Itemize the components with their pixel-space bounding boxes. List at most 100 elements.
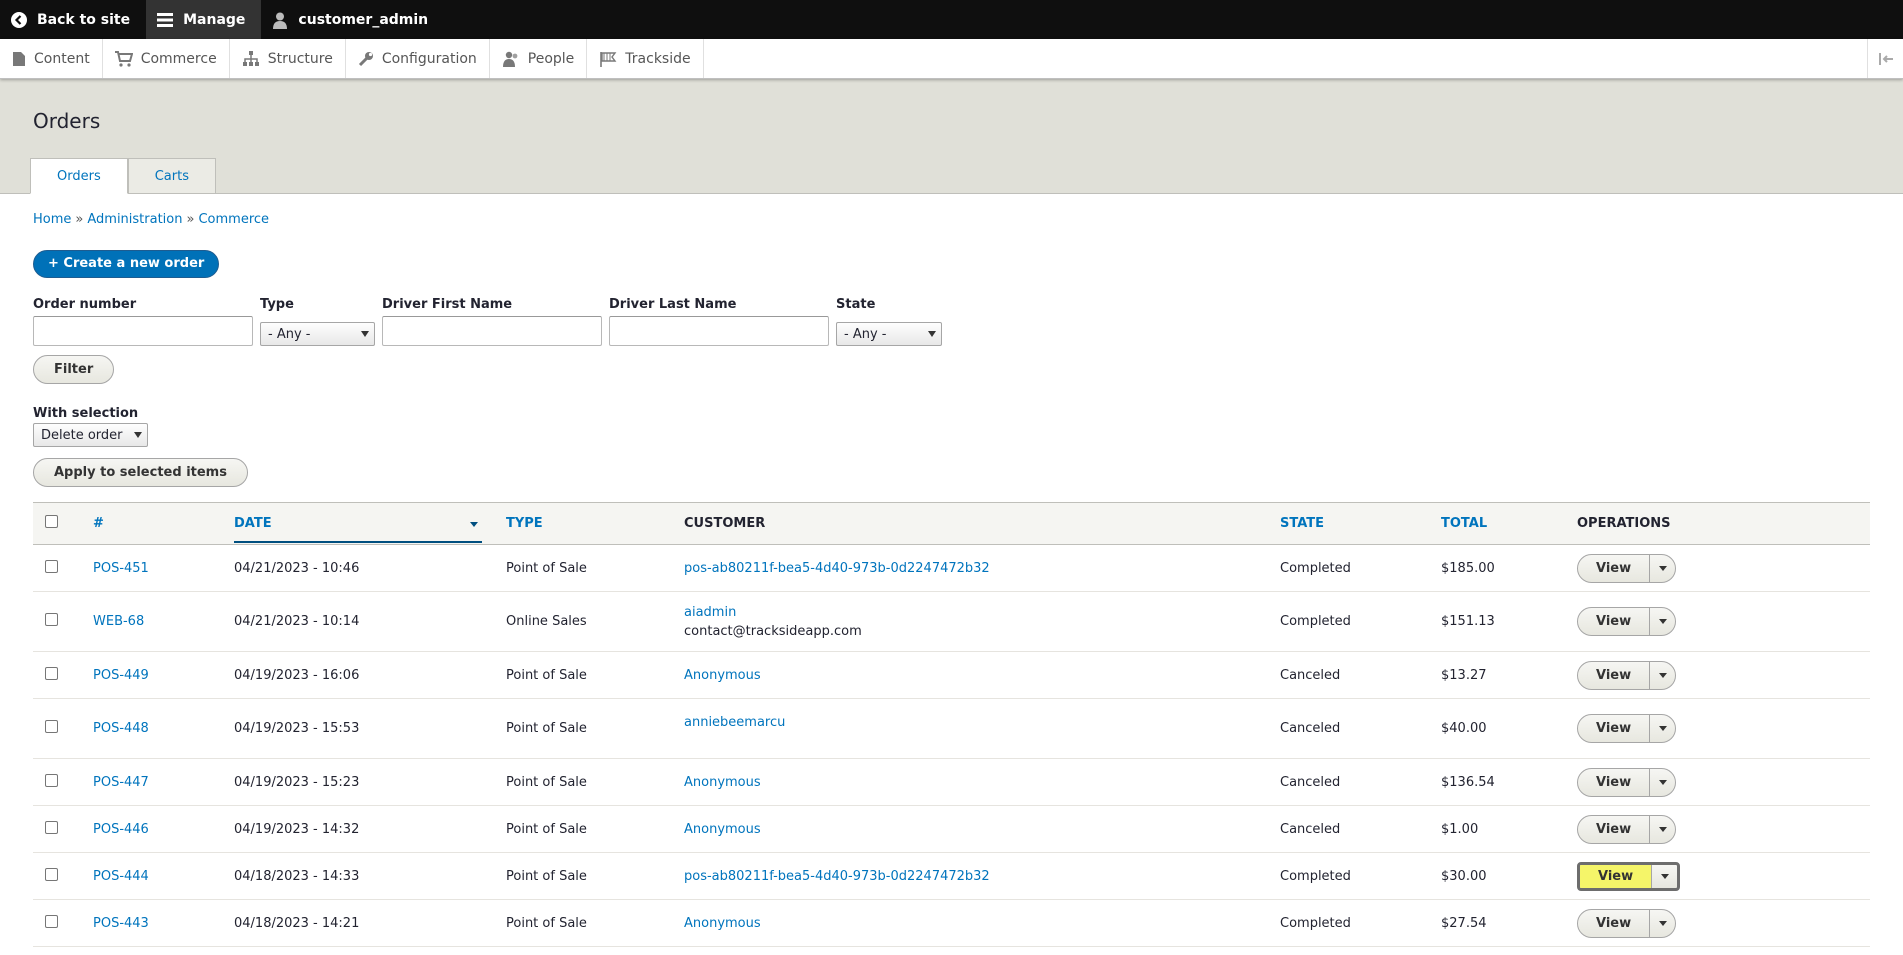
breadcrumb-administration[interactable]: Administration	[87, 212, 182, 227]
chevron-down-icon	[1658, 826, 1667, 832]
header-customer: CUSTOMER	[672, 502, 1268, 545]
select-all-checkbox[interactable]	[45, 515, 58, 528]
operations-toggle[interactable]	[1649, 554, 1675, 582]
tray-item-commerce[interactable]: Commerce	[103, 39, 230, 78]
customer-cell: anniebeemarcu	[672, 698, 1268, 759]
create-order-button[interactable]: + Create a new order	[33, 250, 220, 278]
first-name-input[interactable]	[382, 316, 602, 346]
table-row: POS-446 04/19/2023 - 14:32 Point of Sale…	[33, 805, 1870, 853]
operations-toggle[interactable]	[1649, 768, 1675, 796]
customer-link[interactable]: pos-ab80211f-bea5-4d40-973b-0d2247472b32	[684, 869, 990, 884]
customer-link[interactable]: pos-ab80211f-bea5-4d40-973b-0d2247472b32	[684, 561, 990, 576]
order-type: Point of Sale	[494, 805, 672, 853]
customer-cell: pos-ab80211f-bea5-4d40-973b-0d2247472b32	[672, 852, 1268, 900]
customer-cell: Anonymous	[672, 651, 1268, 699]
table-row: POS-443 04/18/2023 - 14:21 Point of Sale…	[33, 899, 1870, 947]
view-button[interactable]: View	[1578, 715, 1649, 742]
operations-toggle[interactable]	[1649, 815, 1675, 843]
operations-dropbutton: View	[1577, 767, 1677, 797]
manage-menu[interactable]: Manage	[146, 0, 262, 39]
state-select[interactable]: - Any -	[836, 322, 942, 346]
view-button[interactable]: View	[1578, 816, 1649, 843]
row-checkbox[interactable]	[45, 666, 58, 680]
breadcrumb-home[interactable]: Home	[33, 212, 71, 227]
order-state: Completed	[1268, 544, 1429, 592]
order-state: Canceled	[1268, 698, 1429, 759]
type-label: Type	[260, 297, 294, 312]
order-number-link[interactable]: POS-449	[93, 668, 149, 683]
view-button[interactable]: View	[1578, 662, 1649, 689]
customer-link[interactable]: Anonymous	[684, 822, 761, 837]
operations-toggle[interactable]	[1649, 608, 1675, 635]
customer-link[interactable]: Anonymous	[684, 916, 761, 931]
row-checkbox[interactable]	[45, 820, 58, 834]
order-date: 04/21/2023 - 10:46	[222, 544, 494, 592]
tray-orientation-toggle[interactable]	[1867, 39, 1903, 78]
customer-link[interactable]: aiadmin	[684, 605, 736, 620]
order-number-link[interactable]: POS-444	[93, 869, 149, 884]
tab-carts[interactable]: Carts	[127, 158, 216, 193]
last-name-input[interactable]	[609, 316, 829, 346]
tray-item-trackside[interactable]: Trackside	[587, 39, 704, 78]
type-select[interactable]: - Any -	[260, 322, 375, 346]
breadcrumb-separator: »	[186, 212, 195, 227]
row-checkbox[interactable]	[45, 613, 58, 626]
view-button[interactable]: View	[1578, 910, 1649, 937]
row-checkbox[interactable]	[45, 559, 58, 573]
order-number-link[interactable]: POS-451	[93, 561, 149, 576]
page-header: Orders Orders Carts	[0, 79, 1903, 194]
breadcrumb-commerce[interactable]: Commerce	[198, 212, 269, 227]
customer-link[interactable]: anniebeemarcu	[684, 715, 785, 730]
row-select-cell	[33, 698, 81, 759]
row-checkbox[interactable]	[45, 773, 58, 787]
tab-orders[interactable]: Orders	[30, 158, 128, 194]
row-checkbox[interactable]	[45, 914, 58, 928]
view-button[interactable]: View	[1580, 864, 1652, 888]
view-button[interactable]: View	[1578, 555, 1649, 582]
page-title: Orders	[33, 109, 101, 133]
header-state[interactable]: STATE	[1268, 502, 1429, 545]
operations-toggle[interactable]	[1649, 661, 1675, 689]
view-button[interactable]: View	[1578, 608, 1649, 635]
order-number-label: Order number	[33, 297, 137, 312]
customer-cell: Anonymous	[672, 758, 1268, 806]
apply-selected-button[interactable]: Apply to selected items	[33, 458, 248, 487]
user-menu[interactable]: customer_admin	[261, 0, 444, 39]
order-number-link[interactable]: POS-446	[93, 822, 149, 837]
order-number-link[interactable]: POS-448	[93, 721, 149, 736]
order-number-link[interactable]: POS-443	[93, 916, 149, 931]
filter-button[interactable]: Filter	[33, 355, 115, 384]
row-checkbox[interactable]	[45, 720, 58, 733]
row-checkbox[interactable]	[45, 867, 58, 881]
operations-cell: View	[1565, 852, 1870, 900]
view-button[interactable]: View	[1578, 769, 1649, 796]
admin-tray: Content Commerce Structure Configuration…	[0, 39, 1903, 79]
header-type[interactable]: TYPE	[494, 502, 672, 545]
customer-cell: Anonymous	[672, 805, 1268, 853]
tray-item-structure[interactable]: Structure	[230, 39, 346, 78]
tray-item-configuration[interactable]: Configuration	[346, 39, 490, 78]
operations-cell: View	[1565, 544, 1870, 592]
order-number-cell: POS-444	[81, 852, 222, 900]
tray-item-content[interactable]: Content	[0, 39, 103, 78]
customer-link[interactable]: Anonymous	[684, 775, 761, 790]
header-total[interactable]: TOTAL	[1429, 502, 1565, 545]
order-number-link[interactable]: POS-447	[93, 775, 149, 790]
back-arrow-icon	[11, 11, 27, 28]
order-state: Completed	[1268, 852, 1429, 900]
operations-toggle[interactable]	[1651, 864, 1677, 888]
filter-form: Order number Type - Any - Driver First N…	[33, 297, 1870, 346]
order-number-input[interactable]	[33, 316, 253, 346]
back-to-site-link[interactable]: Back to site	[0, 0, 146, 39]
header-date[interactable]: DATE	[222, 502, 494, 545]
operations-toggle[interactable]	[1649, 715, 1675, 742]
bulk-action-select[interactable]: Delete order	[33, 423, 148, 447]
header-number[interactable]: #	[81, 502, 222, 545]
order-state: Canceled	[1268, 651, 1429, 699]
chevron-down-icon	[1660, 873, 1669, 879]
operations-toggle[interactable]	[1649, 909, 1675, 937]
order-number-link[interactable]: WEB-68	[93, 614, 144, 629]
chevron-down-icon	[134, 432, 142, 438]
tray-item-people[interactable]: People	[490, 39, 588, 78]
customer-link[interactable]: Anonymous	[684, 668, 761, 683]
